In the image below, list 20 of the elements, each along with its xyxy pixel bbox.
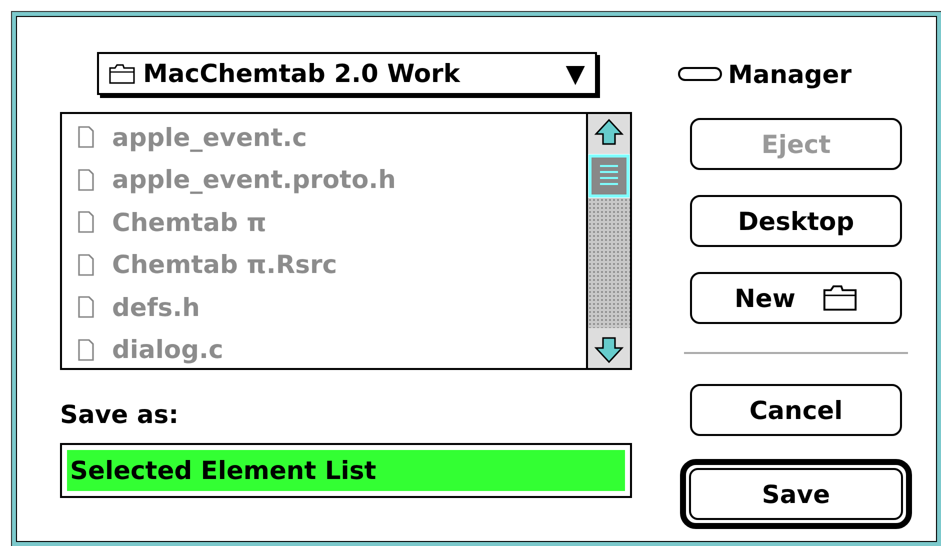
document-icon bbox=[78, 338, 94, 361]
default-button[interactable]: Save bbox=[680, 459, 912, 529]
volume-name: Manager bbox=[728, 60, 852, 88]
folder-icon bbox=[823, 285, 858, 311]
document-icon bbox=[78, 211, 94, 234]
save-as-label: Save as: bbox=[60, 400, 180, 429]
document-icon bbox=[78, 254, 94, 276]
folder-icon bbox=[109, 64, 135, 84]
document-icon bbox=[78, 296, 94, 318]
document-icon bbox=[78, 168, 94, 191]
scroll-down-icon[interactable] bbox=[588, 328, 630, 368]
dialog-button[interactable]: New bbox=[690, 272, 902, 324]
dialog-button[interactable]: Cancel bbox=[690, 384, 902, 436]
scroll-up-icon[interactable] bbox=[588, 114, 630, 154]
folder-popup-menu[interactable]: MacChemtab 2.0 Work ▼ bbox=[97, 52, 597, 95]
dialog-button[interactable]: Desktop bbox=[690, 195, 902, 247]
document-icon bbox=[78, 126, 94, 148]
drive-icon bbox=[678, 67, 722, 81]
scroll-thumb[interactable] bbox=[588, 154, 630, 198]
file-name-field[interactable]: Selected Element List bbox=[60, 443, 632, 498]
